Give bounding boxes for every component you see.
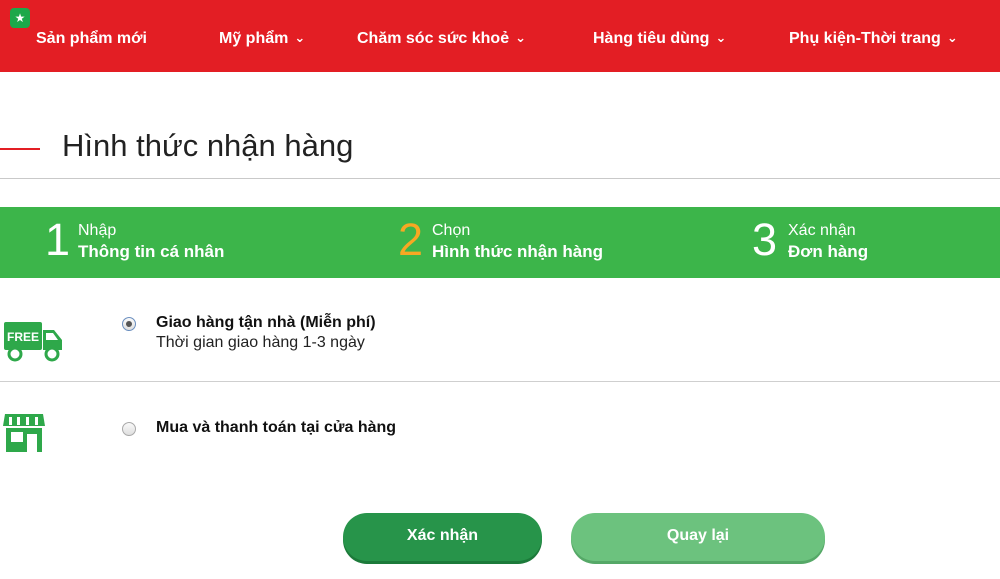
chevron-down-icon: ⌄ (515, 30, 526, 45)
nav-item-cosmetics[interactable]: Mỹ phẩm ⌄ (219, 30, 305, 48)
nav-item-label: Sản phẩm mới (36, 30, 147, 47)
step-bottom-label: Đơn hàng (788, 242, 869, 261)
nav-item-label: Hàng tiêu dùng (593, 30, 710, 47)
step-number: 1 (45, 214, 71, 265)
store-pickup-radio[interactable] (122, 422, 136, 436)
step-number: 2 (398, 214, 424, 265)
store-icon (3, 414, 45, 452)
step-bottom-label: Hình thức nhận hàng (432, 242, 603, 261)
nav-item-label: Phụ kiện-Thời trang (789, 30, 941, 47)
nav-item-label: Chăm sóc sức khoẻ (357, 30, 510, 47)
checkout-steps-bar: 1 Nhập Thông tin cá nhân 2 Chọn Hình thứ… (0, 207, 1000, 278)
chevron-down-icon: ⌄ (294, 30, 306, 45)
nav-item-label: Mỹ phẩm (219, 30, 289, 47)
free-text: FREE (7, 330, 39, 344)
title-accent-line (0, 148, 40, 150)
top-navigation-bar: ★ Sản phẩm mới Mỹ phẩm ⌄ Chăm sóc sức kho… (0, 0, 1000, 72)
new-star-badge-icon: ★ (10, 8, 30, 28)
step-bottom-label: Thông tin cá nhân (78, 242, 225, 261)
step-top-label: Xác nhận (788, 222, 856, 239)
nav-item-consumer-goods[interactable]: Hàng tiêu dùng ⌄ (593, 30, 726, 48)
title-divider (0, 178, 1000, 179)
home-delivery-radio[interactable] (122, 317, 136, 331)
option-subtitle: Thời gian giao hàng 1-3 ngày (156, 334, 365, 351)
nav-item-new-products[interactable]: Sản phẩm mới (36, 30, 147, 48)
chevron-down-icon: ⌄ (946, 30, 958, 45)
back-button[interactable]: Quay lại (571, 513, 825, 561)
chevron-down-icon: ⌄ (715, 30, 727, 45)
option-title: Giao hàng tận nhà (Miễn phí) (156, 314, 376, 331)
option-title: Mua và thanh toán tại cửa hàng (156, 419, 397, 436)
nav-item-health-care[interactable]: Chăm sóc sức khoẻ ⌄ (357, 30, 526, 48)
step-number: 3 (752, 214, 778, 265)
confirm-button[interactable]: Xác nhận (343, 513, 542, 561)
step-top-label: Chọn (432, 222, 471, 239)
options-divider (0, 381, 1000, 382)
free-delivery-truck-icon: FREE (4, 322, 62, 362)
step-top-label: Nhập (78, 222, 117, 239)
nav-item-accessories-fashion[interactable]: Phụ kiện-Thời trang ⌄ (789, 30, 958, 48)
page-title: Hình thức nhận hàng (62, 128, 354, 163)
